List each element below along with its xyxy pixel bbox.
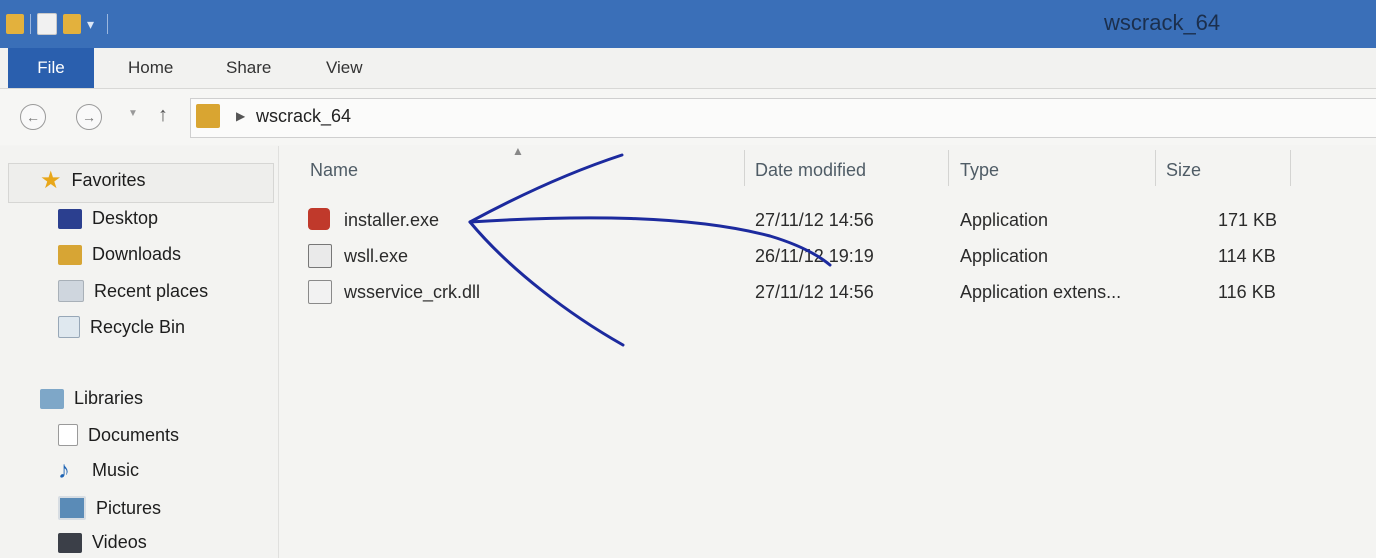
nav-pictures[interactable]: Pictures: [58, 496, 161, 520]
file-name: wsservice_crk.dll: [344, 282, 481, 302]
chevron-right-icon[interactable]: ▶: [236, 109, 245, 123]
libraries-icon: [40, 388, 64, 409]
toolbar-separator: [107, 14, 108, 34]
table-row[interactable]: wsservice_crk.dll 27/11/12 14:56 Applica…: [306, 276, 1306, 310]
nav-downloads[interactable]: Downloads: [58, 244, 181, 265]
folder-icon: [196, 104, 220, 128]
downloads-folder-icon: [58, 244, 82, 265]
up-button[interactable]: ↑: [158, 104, 168, 127]
customize-toolbar-icon[interactable]: ▾: [87, 17, 101, 31]
forward-button[interactable]: →: [76, 104, 102, 130]
nav-videos-label: Videos: [92, 532, 147, 552]
tab-home[interactable]: Home: [128, 58, 173, 78]
nav-desktop-label: Desktop: [92, 208, 159, 228]
file-size: 114 KB: [1218, 246, 1276, 266]
tab-view[interactable]: View: [326, 58, 363, 78]
nav-documents[interactable]: Documents: [58, 424, 179, 446]
file-size: 116 KB: [1218, 282, 1276, 302]
table-row[interactable]: installer.exe 27/11/12 14:56 Application…: [306, 204, 1306, 238]
nav-favorites-label: Favorites: [71, 170, 146, 190]
recycle-bin-icon: [58, 316, 80, 338]
nav-favorites[interactable]: ★ Favorites: [40, 166, 146, 194]
sort-ascending-icon: ▲: [512, 144, 524, 158]
arrow-right-icon: →: [82, 109, 96, 125]
column-divider[interactable]: [1290, 150, 1291, 186]
tab-share[interactable]: Share: [226, 58, 271, 78]
file-name: wsll.exe: [344, 246, 409, 266]
music-note-icon: ♪: [58, 456, 70, 484]
file-size: 171 KB: [1218, 210, 1278, 230]
nav-music[interactable]: ♪ Music: [58, 456, 140, 484]
file-type: Application extens...: [960, 282, 1122, 302]
file-date-modified: 27/11/12 14:56: [755, 282, 874, 302]
recent-locations-dropdown[interactable]: ▼: [128, 108, 138, 119]
column-divider[interactable]: [948, 150, 949, 186]
column-header-date-modified[interactable]: Date modified: [755, 160, 866, 181]
table-row[interactable]: wsll.exe 26/11/12 19:19 Application 114 …: [306, 240, 1306, 274]
arrow-left-icon: ←: [26, 109, 40, 125]
nav-libraries-label: Libraries: [74, 388, 144, 408]
file-type: Application: [960, 210, 1049, 230]
arrow-up-icon: ↑: [158, 104, 168, 126]
properties-icon[interactable]: [37, 13, 57, 35]
window-title: wscrack_64: [1104, 10, 1221, 35]
exe-window-icon: [308, 244, 332, 268]
nav-music-label: Music: [92, 460, 140, 480]
column-header-size[interactable]: Size: [1166, 160, 1201, 181]
nav-libraries[interactable]: Libraries: [40, 388, 143, 409]
nav-desktop[interactable]: Desktop: [58, 208, 158, 229]
pictures-icon: [58, 496, 86, 520]
nav-downloads-label: Downloads: [92, 244, 182, 264]
star-icon: ★: [40, 166, 62, 194]
nav-recent-places[interactable]: Recent places: [58, 280, 208, 302]
column-header-name[interactable]: Name: [310, 160, 358, 181]
file-date-modified: 26/11/12 19:19: [755, 246, 874, 266]
nav-recycle-bin[interactable]: Recycle Bin: [58, 316, 185, 338]
recent-places-icon: [58, 280, 84, 302]
videos-icon: [58, 532, 82, 553]
nav-recycle-bin-label: Recycle Bin: [90, 316, 186, 337]
nav-videos[interactable]: Videos: [58, 532, 147, 553]
nav-recent-places-label: Recent places: [94, 280, 209, 301]
back-button[interactable]: ←: [20, 104, 46, 130]
column-header-type[interactable]: Type: [960, 160, 999, 181]
address-bar[interactable]: [190, 98, 1376, 138]
file-name: installer.exe: [344, 210, 440, 230]
dll-icon: [308, 280, 332, 304]
column-divider[interactable]: [744, 150, 745, 186]
desktop-icon: [58, 208, 82, 229]
tab-file[interactable]: File: [8, 48, 94, 88]
breadcrumb-current-folder[interactable]: wscrack_64: [256, 106, 351, 127]
file-type: Application: [960, 246, 1049, 266]
toolbar-separator: [30, 14, 31, 34]
nav-documents-label: Documents: [88, 424, 180, 445]
nav-pictures-label: Pictures: [96, 497, 162, 518]
column-divider[interactable]: [1155, 150, 1156, 186]
file-date-modified: 27/11/12 14:56: [755, 210, 874, 230]
quick-access-toolbar: ▾: [6, 10, 108, 38]
new-folder-icon[interactable]: [63, 14, 81, 34]
documents-icon: [58, 424, 78, 446]
ribbon-tab-bar: [0, 48, 1376, 89]
installer-icon: [308, 208, 330, 230]
folder-icon: [6, 14, 24, 34]
